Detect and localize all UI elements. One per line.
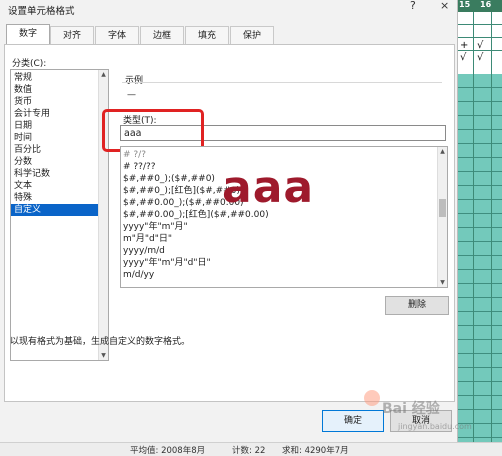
scroll-up-icon[interactable]: ▲	[439, 148, 446, 155]
sheet-row	[455, 25, 502, 38]
format-item[interactable]: $#,##0_);($#,##0)	[123, 173, 215, 185]
category-item[interactable]: 特殊	[11, 192, 100, 204]
scroll-up-icon[interactable]: ▲	[100, 71, 107, 78]
mouse-cursor-icon	[364, 390, 380, 406]
tab-protection[interactable]: 保护	[230, 26, 274, 45]
dialog-title: 设置单元格格式	[8, 6, 75, 17]
tab-font[interactable]: 字体	[95, 26, 139, 45]
watermark-url: jingyan.baidu.com	[398, 422, 472, 431]
close-button[interactable]: ×	[440, 0, 449, 12]
sample-value: —	[127, 90, 136, 100]
scroll-down-icon[interactable]: ▼	[439, 279, 446, 286]
status-average: 平均值: 2008年8月	[130, 446, 206, 456]
scroll-thumb[interactable]	[439, 199, 446, 217]
format-item[interactable]: yyyy"年"m"月"	[123, 221, 188, 233]
category-list[interactable]: 常规 数值 货币 会计专用 日期 时间 百分比 分数 科学记数 文本 特殊 自定…	[10, 69, 109, 361]
sample-box	[122, 82, 442, 105]
watermark-logo: Bai 经验	[382, 401, 440, 417]
status-sum: 求和: 4290年7月	[282, 446, 349, 456]
tab-border[interactable]: 边框	[140, 26, 184, 45]
format-item[interactable]: # ?/?	[123, 149, 146, 161]
cell-mark: √	[477, 52, 484, 63]
format-item[interactable]: m/d/yy	[123, 269, 154, 281]
status-bar: 平均值: 2008年8月 计数: 22 求和: 4290年7月	[0, 442, 502, 456]
format-cells-dialog: 设置单元格格式 ? × 数字 对齐 字体 边框 填充 保护 分类(C): 常规 …	[0, 0, 472, 442]
category-item[interactable]: 分数	[11, 156, 100, 168]
category-item[interactable]: 数值	[11, 84, 100, 96]
column-number: 16	[480, 0, 492, 9]
category-item[interactable]: 会计专用	[11, 108, 100, 120]
format-item[interactable]: yyyy/m/d	[123, 245, 165, 257]
description-text: 以现有格式为基础，生成自定义的数字格式。	[10, 337, 191, 347]
category-item-selected[interactable]: 自定义	[11, 204, 100, 216]
category-item[interactable]: 文本	[11, 180, 100, 192]
format-item[interactable]: m"月"d"日"	[123, 233, 172, 245]
delete-button[interactable]: 删除	[385, 296, 449, 315]
overlay-caption: aaa	[222, 162, 315, 213]
category-label: 分类(C):	[12, 59, 47, 69]
tab-fill[interactable]: 填充	[185, 26, 229, 45]
help-button[interactable]: ?	[410, 0, 416, 12]
format-list-scrollbar[interactable]: ▲ ▼	[437, 147, 447, 287]
cell-mark: √	[460, 52, 467, 63]
format-item[interactable]: yyyy"年"m"月"d"日"	[123, 257, 211, 269]
category-item[interactable]: 常规	[11, 72, 100, 84]
category-item[interactable]: 日期	[11, 120, 100, 132]
sheet-gridline	[473, 12, 474, 442]
cell-mark: +	[460, 40, 469, 51]
status-count: 计数: 22	[232, 446, 266, 456]
cell-mark: √	[477, 40, 484, 51]
tab-number[interactable]: 数字	[6, 24, 50, 45]
column-number: 15	[459, 0, 471, 9]
category-item[interactable]: 科学记数	[11, 168, 100, 180]
scroll-down-icon[interactable]: ▼	[100, 352, 107, 359]
category-item[interactable]: 货币	[11, 96, 100, 108]
sheet-filled-rows	[455, 74, 502, 442]
tab-alignment[interactable]: 对齐	[50, 26, 94, 45]
category-item[interactable]: 时间	[11, 132, 100, 144]
sheet-row	[455, 12, 502, 25]
category-item[interactable]: 百分比	[11, 144, 100, 156]
format-item[interactable]: # ??/??	[123, 161, 156, 173]
ok-button[interactable]: 确定	[322, 410, 384, 432]
background-spreadsheet: 15 16 + √ √ √	[455, 0, 502, 442]
sheet-gridline	[491, 12, 492, 442]
